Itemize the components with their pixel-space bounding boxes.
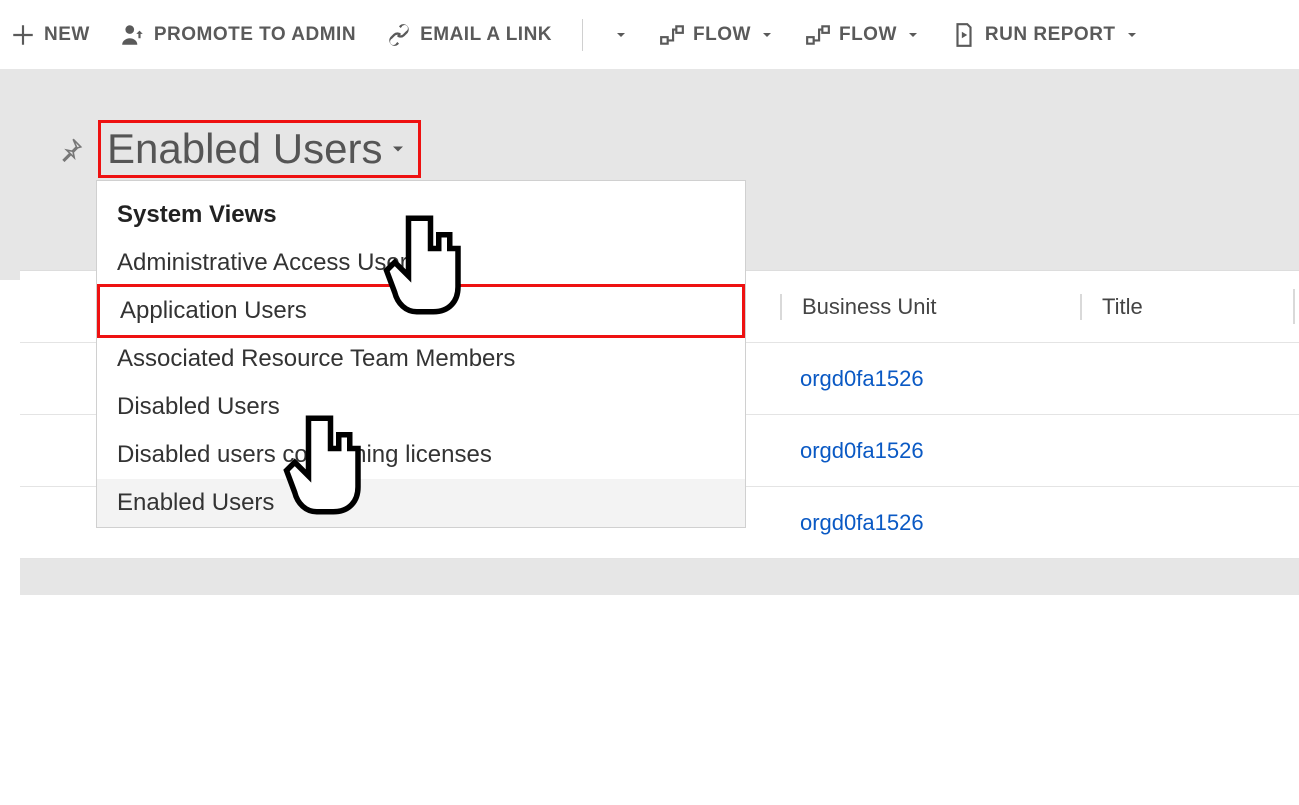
chevron-down-icon xyxy=(905,27,921,43)
view-option-disabled-users[interactable]: Disabled Users xyxy=(97,383,745,431)
new-label: NEW xyxy=(44,24,90,46)
column-header-business-unit[interactable]: Business Unit xyxy=(780,294,1080,320)
separator xyxy=(582,19,583,51)
flow-button-2[interactable]: FLOW xyxy=(805,22,921,48)
gutter xyxy=(0,280,20,805)
promote-button[interactable]: PROMOTE TO ADMIN xyxy=(120,22,356,48)
flow-label-1: FLOW xyxy=(693,24,751,46)
flow-icon xyxy=(659,22,685,48)
chevron-down-icon xyxy=(1124,27,1140,43)
view-option-disabled-licenses[interactable]: Disabled users consuming licenses xyxy=(97,431,745,479)
view-option-application-users[interactable]: Application Users xyxy=(97,284,745,338)
email-link-dropdown[interactable] xyxy=(613,27,629,43)
run-report-label: RUN REPORT xyxy=(985,24,1116,46)
promote-label: PROMOTE TO ADMIN xyxy=(154,24,356,46)
cell-business-unit[interactable]: orgd0fa1526 xyxy=(780,438,1080,464)
new-button[interactable]: NEW xyxy=(10,22,90,48)
chevron-down-icon xyxy=(388,139,408,159)
report-icon xyxy=(951,22,977,48)
chevron-down-icon xyxy=(613,27,629,43)
email-link-label: EMAIL A LINK xyxy=(420,24,552,46)
chevron-down-icon xyxy=(759,27,775,43)
cell-business-unit[interactable]: orgd0fa1526 xyxy=(780,366,1080,392)
link-icon xyxy=(386,22,412,48)
content-area: Enabled Users Business Unit Title orgd0f… xyxy=(0,70,1299,595)
command-bar: NEW PROMOTE TO ADMIN EMAIL A LINK FLOW F… xyxy=(0,0,1299,70)
plus-icon xyxy=(10,22,36,48)
view-header: Enabled Users xyxy=(58,120,1299,178)
run-report-button[interactable]: RUN REPORT xyxy=(951,22,1140,48)
view-option-enabled-users[interactable]: Enabled Users xyxy=(97,479,745,527)
pin-icon[interactable] xyxy=(58,136,84,162)
flow-icon xyxy=(805,22,831,48)
view-title: Enabled Users xyxy=(107,125,382,173)
email-link-button[interactable]: EMAIL A LINK xyxy=(386,22,552,48)
promote-icon xyxy=(120,22,146,48)
flow-label-2: FLOW xyxy=(839,24,897,46)
column-header-title[interactable]: Title xyxy=(1080,294,1293,320)
view-option-admin-access[interactable]: Administrative Access Users xyxy=(97,239,745,287)
view-dropdown: System Views Administrative Access Users… xyxy=(96,180,746,528)
view-option-associated-team[interactable]: Associated Resource Team Members xyxy=(97,335,745,383)
view-selector[interactable]: Enabled Users xyxy=(98,120,421,178)
cell-business-unit[interactable]: orgd0fa1526 xyxy=(780,510,1080,536)
flow-button-1[interactable]: FLOW xyxy=(659,22,775,48)
dropdown-section-header: System Views xyxy=(97,195,745,239)
